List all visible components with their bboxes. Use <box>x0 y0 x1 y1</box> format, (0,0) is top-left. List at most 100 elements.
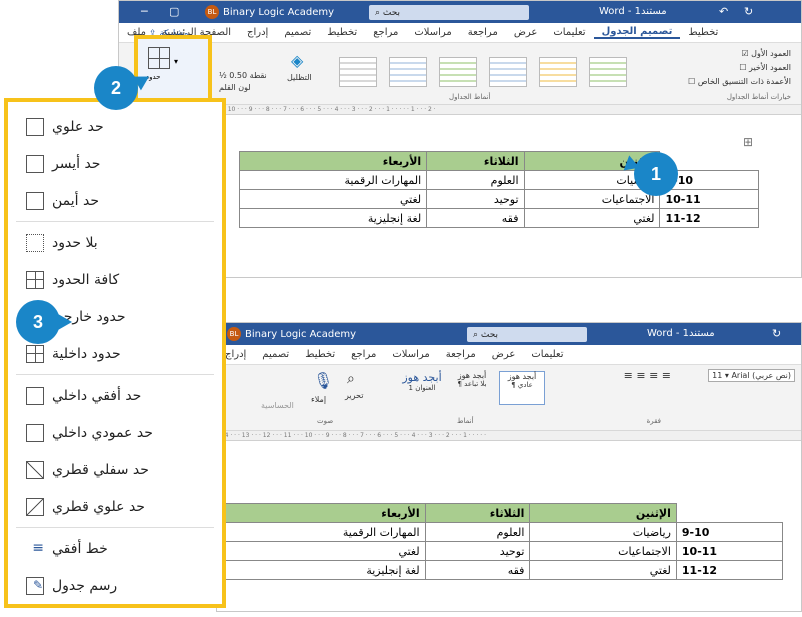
table-cell[interactable]: لغة إنجليزية <box>238 208 428 228</box>
menu-item[interactable]: حد عمودي داخلي <box>16 414 214 451</box>
table-header-cell[interactable]: الأربعاء <box>223 503 426 523</box>
tab[interactable]: تصميم <box>254 349 297 360</box>
schedule-table: الإثنينالثلاثاءالأربعاء 9-10رياضياتالعلوم… <box>223 503 784 580</box>
banded-cols-checkbox[interactable]: ☐ الأعمدة ذات التنسيق الخاص <box>688 77 791 86</box>
table-cell[interactable]: 10-11 <box>675 541 784 561</box>
pen-width-select[interactable]: ½ نقطة 0.50 <box>219 71 267 80</box>
tab[interactable]: تصميم الجدول <box>593 26 681 39</box>
menu-item-label: حد أيمن <box>52 192 99 209</box>
avatar[interactable]: BL <box>227 327 241 341</box>
style-no-spacing-label: ¶ بلا تباعد <box>457 380 487 388</box>
table-row: 11-12 لغتي فقه لغة إنجليزية <box>223 560 784 580</box>
shading-icon[interactable]: ◈ <box>291 51 303 70</box>
tab[interactable]: تعليمات <box>545 27 593 38</box>
undo-icon[interactable]: ↶ <box>719 5 728 18</box>
table-cell[interactable]: 11-12 <box>675 560 784 580</box>
style-normal[interactable]: أبجد هوز ¶ عادي <box>499 371 545 405</box>
style-no-spacing[interactable]: أبجد هوز ¶ بلا تباعد <box>449 371 495 405</box>
editing-button[interactable]: تحرير <box>345 391 363 400</box>
tab[interactable]: عرض <box>484 349 524 360</box>
tab[interactable]: تخطيط <box>319 27 365 38</box>
search-box[interactable]: ⌕ بحث <box>369 5 529 20</box>
tab[interactable]: عرض <box>506 27 546 38</box>
redo-icon[interactable]: ↻ <box>772 327 781 340</box>
callout-2: 2 <box>94 66 138 110</box>
tab[interactable]: إدراج <box>239 27 276 38</box>
table-cell[interactable]: فقه <box>424 560 531 580</box>
avatar[interactable]: BL <box>205 5 219 19</box>
menu-item[interactable]: حد أيسر <box>16 145 214 182</box>
table-move-handle-icon[interactable]: ⊞ <box>743 135 753 149</box>
table-header-cell[interactable]: الإثنين <box>529 503 677 523</box>
tab[interactable]: تعليمات <box>523 349 571 360</box>
last-column-checkbox[interactable]: ☐ العمود الأخير <box>739 63 791 72</box>
table-cell[interactable]: 10-11 <box>659 189 759 209</box>
table-header-cell[interactable] <box>676 503 783 523</box>
tab[interactable]: مراجع <box>365 27 406 38</box>
table-cell[interactable]: الاجتماعيات <box>523 189 661 209</box>
table-style-swatch[interactable] <box>489 57 527 87</box>
tab[interactable]: مراجع <box>343 349 384 360</box>
chevron-down-icon[interactable]: ▾ <box>174 57 178 66</box>
table-style-swatch[interactable] <box>339 57 377 87</box>
table-cell[interactable]: لغة إنجليزية <box>223 560 426 580</box>
table-header-cell[interactable]: الثلاثاء <box>426 151 525 171</box>
menu-item[interactable]: حد أيمن <box>16 182 214 219</box>
tab[interactable]: مراجعة <box>438 349 484 360</box>
table-cell[interactable]: توحيد <box>426 189 525 209</box>
table-cell[interactable]: لغتي <box>523 208 661 228</box>
shading-label[interactable]: التظليل <box>287 73 312 82</box>
table-style-swatch[interactable] <box>539 57 577 87</box>
table-cell[interactable]: توحيد <box>424 541 531 561</box>
first-column-checkbox[interactable]: ☑ العمود الأول <box>741 49 791 58</box>
menu-item[interactable]: بلا حدود <box>16 224 214 261</box>
word-window-bottom: BL Binary Logic Academy ⌕ بحث Word - مست… <box>216 322 802 612</box>
table-cell[interactable]: المهارات الرقمية <box>238 170 428 190</box>
microphone-icon[interactable]: 🎙 <box>313 371 333 390</box>
table-cell[interactable]: لغتي <box>223 541 426 561</box>
table-style-swatch[interactable] <box>589 57 627 87</box>
table-cell[interactable]: لغتي <box>238 189 428 209</box>
minimize-icon[interactable]: ─ <box>141 5 148 18</box>
paragraph-align-icon[interactable]: ≡ ≡ ≡ ≡ <box>624 369 671 382</box>
tab[interactable]: مراجعة <box>460 27 506 38</box>
menu-item[interactable]: كافة الحدود <box>16 261 214 298</box>
table-cell[interactable]: 11-12 <box>659 208 759 228</box>
menu-item[interactable]: حد سفلي قطري <box>16 451 214 488</box>
dictate-button[interactable]: إملاء <box>311 395 326 404</box>
table-cell[interactable]: فقه <box>426 208 525 228</box>
callout-3: 3 <box>16 300 72 344</box>
menu-item[interactable]: حد علوي <box>16 108 214 145</box>
diagonal-up-border-icon <box>26 497 44 516</box>
table-cell[interactable]: رياضيات <box>529 522 677 542</box>
sensitivity-button[interactable]: الحساسية <box>261 401 294 410</box>
style-heading1[interactable]: أبجد هوز العنوان 1 <box>397 371 447 405</box>
table-style-swatch[interactable] <box>389 57 427 87</box>
table-header-cell[interactable]: الأربعاء <box>238 151 428 171</box>
menu-item[interactable]: حد علوي قطري <box>16 488 214 525</box>
table-cell[interactable]: العلوم <box>426 170 525 190</box>
menu-divider <box>16 221 214 222</box>
restore-icon[interactable]: ▢ <box>169 5 179 18</box>
tab[interactable]: مراسلات <box>406 27 459 38</box>
tab[interactable]: تخطيط <box>680 27 726 38</box>
search-box[interactable]: ⌕ بحث <box>467 327 587 342</box>
menu-item[interactable]: حد أفقي داخلي <box>16 377 214 414</box>
font-select[interactable]: 11 ▾ Arial (نص عربي) <box>708 369 795 382</box>
menu-item[interactable]: رسم جدول ✎ <box>16 567 214 604</box>
menu-item[interactable]: خط أفقي ≡ <box>16 530 214 567</box>
table-cell[interactable]: 9-10 <box>675 522 784 542</box>
table-header-cell[interactable]: الثلاثاء <box>424 503 531 523</box>
tab[interactable]: تخطيط <box>297 349 343 360</box>
tab[interactable]: تصميم <box>276 27 319 38</box>
table-cell[interactable]: الاجتماعيات <box>529 541 677 561</box>
tab[interactable]: مراسلات <box>384 349 437 360</box>
pen-color-button[interactable]: لون القلم <box>219 83 251 92</box>
table-cell[interactable]: العلوم <box>424 522 531 542</box>
table-style-swatch[interactable] <box>439 57 477 87</box>
redo-icon[interactable]: ↻ <box>744 5 753 18</box>
menu-item-label: كافة الحدود <box>52 271 120 288</box>
table-cell[interactable]: المهارات الرقمية <box>223 522 426 542</box>
table-cell[interactable]: لغتي <box>529 560 677 580</box>
find-icon[interactable]: ⌕ <box>347 371 355 387</box>
